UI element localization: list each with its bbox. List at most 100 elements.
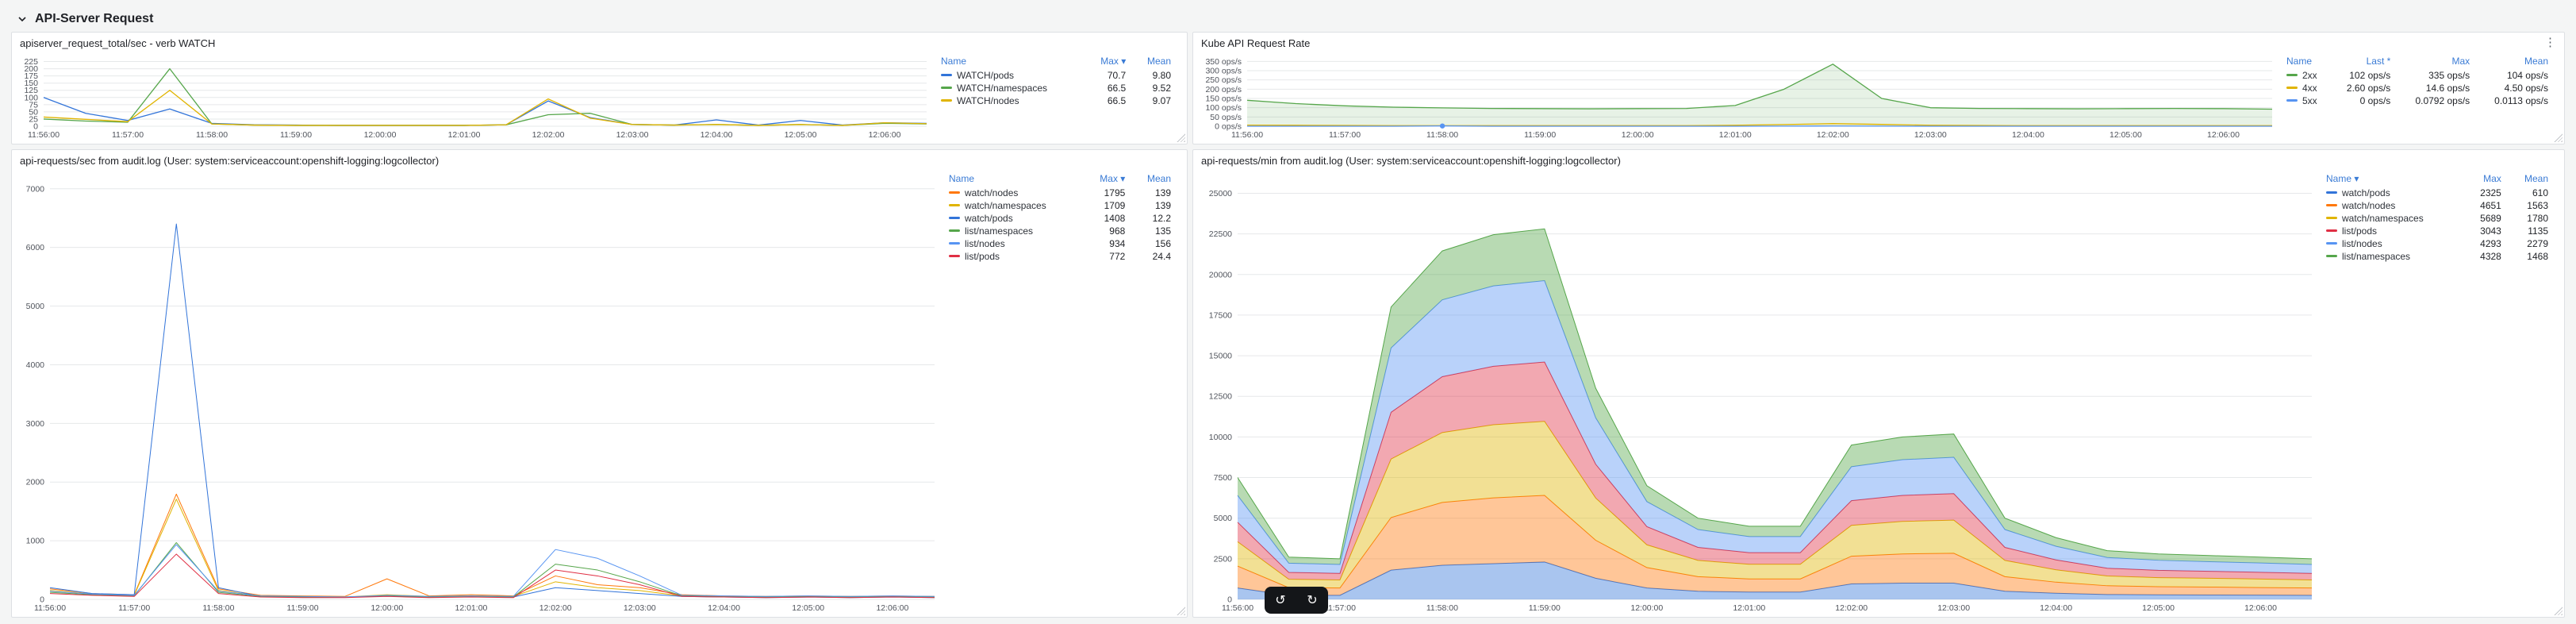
legend-value: 335 ops/s (2428, 70, 2470, 81)
legend-value: 24.4 (1152, 251, 1171, 262)
legend-value: 610 (2532, 187, 2548, 198)
time-series-chart[interactable]: 25000 22500 20000 17500 15000 12500 10000 7500 5… (1196, 171, 2321, 614)
legend-value: 1408 (1104, 213, 1126, 224)
series-name-link[interactable]: WATCH/nodes (957, 95, 1019, 106)
series-name-link[interactable]: list/namespaces (2342, 251, 2410, 262)
series-color-swatch (949, 255, 960, 258)
legend-column-header[interactable]: Mean (2505, 172, 2551, 187)
legend-value: 1468 (2527, 251, 2548, 262)
svg-text:12:03:00: 12:03:00 (616, 130, 649, 140)
redo-zoom-button[interactable]: ↻ (1296, 587, 1328, 614)
legend-value: 12.2 (1152, 213, 1171, 224)
legend-row: list/namespaces 4328 1468 (2326, 250, 2551, 263)
series-color-swatch (941, 87, 952, 90)
time-series-chart[interactable]: 7000 6000 5000 4000 3000 2000 1000 0 11:56:00 11:… (15, 171, 944, 614)
svg-text:2000: 2000 (26, 478, 45, 487)
svg-text:12:05:00: 12:05:00 (2142, 603, 2175, 613)
series-name-link[interactable]: watch/nodes (2342, 200, 2395, 211)
legend-row: watch/nodes 1795 139 (949, 187, 1174, 199)
legend-column-header[interactable]: Mean (2473, 55, 2551, 69)
undo-icon: ↺ (1275, 594, 1286, 607)
legend-value: 1780 (2527, 213, 2548, 224)
legend-value: 4.50 ops/s (2504, 83, 2548, 94)
svg-text:2500: 2500 (1214, 554, 1233, 564)
series-name-link[interactable]: watch/pods (965, 213, 1013, 224)
svg-text:12:02:00: 12:02:00 (532, 130, 565, 140)
series-name-link[interactable]: list/nodes (2342, 238, 2382, 249)
undo-zoom-button[interactable]: ↺ (1265, 587, 1296, 614)
panel-title: api-requests/min from audit.log (User: s… (1201, 154, 1621, 167)
series-name-link[interactable]: watch/namespaces (965, 200, 1046, 211)
series-color-swatch (2286, 74, 2298, 77)
panel-title: Kube API Request Rate (1201, 37, 1311, 49)
svg-text:11:57:00: 11:57:00 (112, 130, 144, 140)
legend-value: 104 ops/s (2506, 70, 2548, 81)
legend-column-header[interactable]: Mean (1129, 55, 1174, 69)
svg-text:12:06:00: 12:06:00 (869, 130, 901, 140)
legend-value: 9.80 (1152, 70, 1171, 81)
svg-text:12:01:00: 12:01:00 (1719, 130, 1752, 140)
svg-text:12:06:00: 12:06:00 (876, 603, 908, 613)
series-color-swatch (941, 99, 952, 102)
svg-text:11:59:00: 11:59:00 (280, 130, 312, 140)
legend-value: 2325 (2480, 187, 2501, 198)
svg-text:12:02:00: 12:02:00 (1835, 603, 1868, 613)
legend-column-header[interactable]: Mean (1128, 172, 1174, 187)
legend-column-header[interactable]: Max (2394, 55, 2473, 69)
legend-row: list/pods 772 24.4 (949, 250, 1174, 263)
legend-column-header[interactable]: Max ▾ (1081, 172, 1128, 187)
legend-row: watch/pods 2325 610 (2326, 187, 2551, 199)
legend-value: 2279 (2527, 238, 2548, 249)
legend-value: 9.52 (1152, 83, 1171, 94)
svg-text:12:05:00: 12:05:00 (785, 130, 817, 140)
legend-column-header[interactable]: Max ▾ (1082, 55, 1129, 69)
legend-value: 139 (1154, 200, 1171, 211)
legend-column-header[interactable]: Name (2286, 55, 2328, 69)
svg-text:150 ops/s: 150 ops/s (1205, 94, 1242, 104)
svg-text:12:00:00: 12:00:00 (1622, 130, 1654, 140)
svg-text:11:57:00: 11:57:00 (1324, 603, 1356, 613)
series-name-link[interactable]: WATCH/pods (957, 70, 1014, 81)
svg-text:12:03:00: 12:03:00 (624, 603, 656, 613)
series-color-swatch (2326, 229, 2337, 233)
legend-value: 2.60 ops/s (2346, 83, 2391, 94)
legend-column-header[interactable]: Name (949, 172, 1081, 187)
series-name-link[interactable]: list/pods (965, 251, 1000, 262)
section-row-header[interactable]: API-Server Request (11, 6, 2565, 32)
series-name-link[interactable]: list/namespaces (965, 225, 1033, 237)
panel-header[interactable]: apiserver_request_total/sec - verb WATCH (12, 33, 1187, 53)
series-name-link[interactable]: watch/pods (2342, 187, 2390, 198)
series-name-link[interactable]: 4xx (2302, 83, 2317, 94)
legend-column-header[interactable]: Last * (2328, 55, 2394, 69)
legend-value: 5689 (2480, 213, 2501, 224)
svg-text:1000: 1000 (26, 537, 45, 546)
series-name-link[interactable]: WATCH/namespaces (957, 83, 1047, 94)
chart-legend: Name Max ▾ Mean WATCH/pods 70.7 9.80 WATCH/nam… (936, 53, 1182, 141)
svg-text:11:56:00: 11:56:00 (28, 130, 60, 140)
panel-menu-icon[interactable]: ⋮ (2541, 35, 2559, 49)
panel-header[interactable]: Kube API Request Rate ⋮ (1193, 33, 2564, 53)
panel-header[interactable]: api-requests/sec from audit.log (User: s… (12, 150, 1187, 171)
svg-text:5000: 5000 (1214, 514, 1233, 523)
legend-value: 1709 (1104, 200, 1126, 211)
svg-text:250 ops/s: 250 ops/s (1205, 75, 1242, 85)
svg-text:12:05:00: 12:05:00 (2110, 130, 2142, 140)
series-name-link[interactable]: watch/namespaces (2342, 213, 2424, 224)
legend-row: watch/namespaces 5689 1780 (2326, 212, 2551, 225)
series-color-swatch (2286, 87, 2298, 90)
series-name-link[interactable]: 5xx (2302, 95, 2317, 106)
legend-column-header[interactable]: Name ▾ (2326, 172, 2461, 187)
series-name-link[interactable]: watch/nodes (965, 187, 1018, 198)
panel-kube-api-request-rate: Kube API Request Rate ⋮ 350 ops/s 300 ops… (1192, 32, 2565, 144)
legend-value: 70.7 (1107, 70, 1127, 81)
svg-text:10000: 10000 (1209, 433, 1232, 442)
series-name-link[interactable]: list/pods (2342, 225, 2377, 237)
legend-column-header[interactable]: Max (2461, 172, 2505, 187)
time-series-chart[interactable]: 350 ops/s 300 ops/s 250 ops/s 200 ops/s 150 … (1196, 53, 2282, 141)
series-color-swatch (2286, 99, 2298, 102)
series-name-link[interactable]: list/nodes (965, 238, 1005, 249)
legend-column-header[interactable]: Name (941, 55, 1082, 69)
panel-header[interactable]: api-requests/min from audit.log (User: s… (1193, 150, 2564, 171)
series-name-link[interactable]: 2xx (2302, 70, 2317, 81)
time-series-chart[interactable]: 225 200 175 150 125 100 75 50 25 0 11:56:00 11:57:0… (15, 53, 936, 141)
